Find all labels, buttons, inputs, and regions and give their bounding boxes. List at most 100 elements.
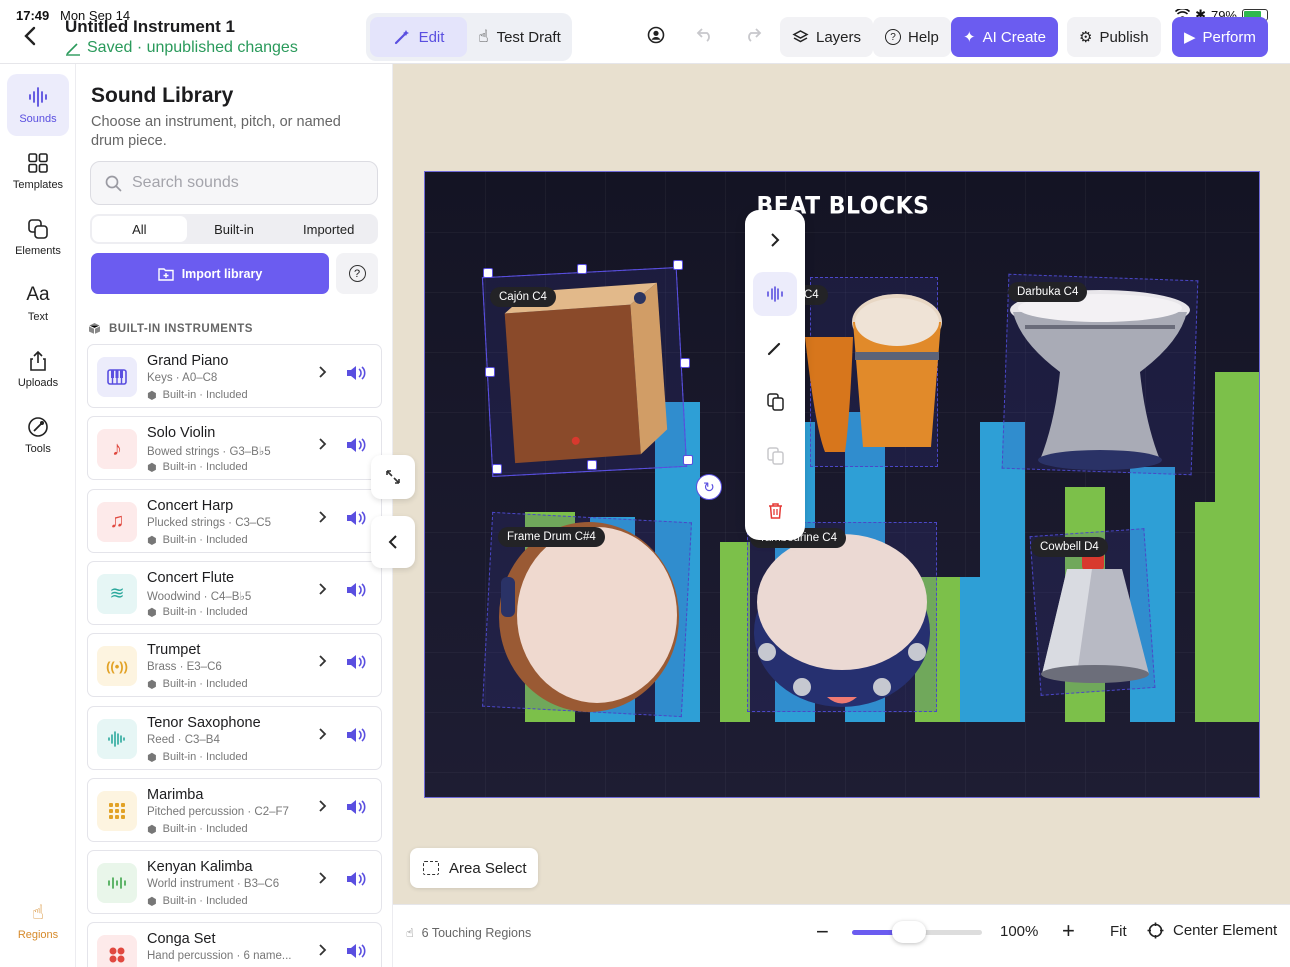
preview-sound-button[interactable] [346, 437, 366, 456]
rail-item-templates[interactable]: Templates [7, 140, 69, 202]
layers-button[interactable]: Layers [780, 17, 874, 57]
filter-built-in[interactable]: Built-in [187, 216, 282, 242]
instrument-card[interactable]: Grand Piano Keys · A0–C8 ⬢ Built-in · Inclu… [87, 344, 382, 408]
instrument-card[interactable]: Conga SetHand percussion · 6 name...⬢Bui… [87, 922, 382, 967]
tambourine-shape[interactable] [747, 522, 937, 712]
resize-handle[interactable] [492, 464, 502, 474]
expand-panel-button[interactable] [371, 455, 415, 499]
back-button[interactable] [20, 24, 48, 52]
bongo-shape[interactable] [805, 277, 945, 467]
redo-icon [748, 28, 762, 42]
cowbell-shape[interactable] [1037, 544, 1152, 694]
rail-item-regions[interactable]: ☝ Regions [7, 890, 69, 952]
help-button[interactable]: ? Help [873, 17, 951, 57]
ctx-paste-button[interactable] [753, 434, 797, 478]
resize-handle[interactable] [683, 455, 693, 465]
fit-button[interactable]: Fit [1110, 923, 1127, 940]
darbuka-shape[interactable] [1005, 282, 1195, 472]
artboard-title[interactable]: BEAT BLOCKS [425, 193, 1259, 221]
chevron-right-icon[interactable] [318, 365, 328, 384]
filter-all[interactable]: All [92, 216, 187, 242]
publish-button[interactable]: ⚙ Publish [1067, 17, 1161, 57]
speaker-icon [347, 944, 366, 959]
chevron-right-icon[interactable] [318, 943, 328, 962]
speaker-icon [347, 799, 366, 814]
instrument-label[interactable]: Cowbell D4 [1031, 537, 1108, 557]
chevron-right-icon[interactable] [318, 727, 328, 746]
instrument-label[interactable]: Darbuka C4 [1008, 282, 1088, 302]
chevron-right-icon[interactable] [318, 582, 328, 601]
area-select-button[interactable]: Area Select [410, 848, 538, 888]
ctx-duplicate-button[interactable] [753, 380, 797, 424]
rail-item-tools[interactable]: Tools [7, 404, 69, 466]
preview-sound-button[interactable] [346, 727, 366, 746]
rail-item-elements[interactable]: Elements [7, 206, 69, 268]
rail-item-uploads[interactable]: Uploads [7, 338, 69, 400]
touching-regions: ☝ 6 Touching Regions [406, 925, 532, 941]
resize-handle[interactable] [485, 367, 495, 377]
import-library-button[interactable]: Import library [91, 253, 329, 294]
rail-item-sounds[interactable]: Sounds [7, 74, 69, 136]
mode-test-draft[interactable]: ☝ Test Draft [471, 17, 568, 57]
zoom-slider[interactable] [852, 921, 982, 943]
instrument-card[interactable]: ♪ Solo Violin Bowed strings · G3–B♭5 ⬢ Built… [87, 416, 382, 481]
mode-edit[interactable]: Edit [370, 17, 467, 57]
resize-handle[interactable] [673, 260, 683, 270]
library-help-button[interactable]: ? [336, 253, 378, 294]
resize-handle[interactable] [483, 268, 493, 278]
edit-line-icon [66, 43, 80, 56]
ctx-delete-button[interactable] [753, 488, 797, 532]
artboard[interactable]: BEAT BLOCKS Cajón C4 C4 Darbuka C4 Frame Dr… [424, 171, 1260, 798]
perform-button[interactable]: ▶ Perform [1172, 17, 1268, 57]
resize-handle[interactable] [577, 264, 587, 274]
wand-icon [394, 30, 409, 45]
ctx-sound-button[interactable] [753, 272, 797, 316]
instrument-card[interactable]: ≋ Concert Flute Woodwind · C4–B♭5 ⬢ Built-in… [87, 560, 382, 625]
instrument-card[interactable]: ♫ Concert Harp Plucked strings · C3–C5 ⬢ Bui… [87, 488, 382, 553]
instrument-detail: Bowed strings · G3–B♭5 [147, 446, 271, 459]
preview-sound-button[interactable] [346, 654, 366, 673]
undo-button[interactable] [693, 26, 717, 47]
dashed-square-icon [423, 861, 439, 875]
instrument-card[interactable]: Kenyan Kalimba World instrument · B3–C6 ⬢ B… [87, 850, 382, 915]
instrument-card[interactable]: ((•)) Trumpet Brass · E3–C6 ⬢ Built-in · Inc… [87, 633, 382, 698]
mode-switcher: Edit ☝ Test Draft [366, 13, 572, 61]
instrument-card[interactable]: Marimba Pitched percussion · C2–F7 ⬢ Built-… [87, 777, 382, 842]
chevron-right-icon[interactable] [318, 871, 328, 890]
preview-sound-button[interactable] [346, 799, 366, 818]
ctx-edit-button[interactable] [753, 326, 797, 370]
chevron-right-icon[interactable] [318, 510, 328, 529]
resize-handle[interactable] [680, 358, 690, 368]
chevron-left-icon [388, 535, 397, 549]
zoom-slider-knob[interactable] [892, 921, 926, 943]
redo-button[interactable] [741, 26, 765, 47]
zoom-out-button[interactable]: − [816, 919, 829, 945]
account-button[interactable] [644, 26, 668, 49]
ai-create-button[interactable]: ✦ AI Create [951, 17, 1058, 57]
rotate-handle[interactable]: ↻ [696, 474, 722, 500]
chevron-right-icon[interactable] [318, 799, 328, 818]
rail-item-text[interactable]: Aa Text [7, 272, 69, 334]
instrument-label[interactable]: Frame Drum C#4 [498, 527, 605, 547]
expand-arrows-icon [386, 470, 400, 484]
chevron-right-icon[interactable] [318, 654, 328, 673]
instrument-card[interactable]: Tenor Saxophone Reed · C3–B4 ⬢ Built-in · I… [87, 705, 382, 770]
preview-sound-button[interactable] [346, 943, 366, 962]
layers-icon [792, 29, 809, 42]
center-element-button[interactable]: Center Element [1147, 922, 1277, 939]
ctx-collapse-button[interactable] [753, 218, 797, 262]
zoom-in-button[interactable]: + [1062, 918, 1075, 944]
instrument-name: Solo Violin [147, 425, 216, 442]
preview-sound-button[interactable] [346, 871, 366, 890]
search-input[interactable] [132, 174, 352, 192]
preview-sound-button[interactable] [346, 365, 366, 384]
preview-sound-button[interactable] [346, 582, 366, 601]
preview-sound-button[interactable] [346, 510, 366, 529]
resize-handle[interactable] [587, 460, 597, 470]
document-title[interactable]: Untitled Instrument 1 [65, 17, 235, 37]
chevron-right-icon[interactable] [318, 437, 328, 456]
instrument-icon-tile: ((•)) [97, 646, 137, 687]
collapse-panel-button[interactable] [371, 516, 415, 568]
filter-imported[interactable]: Imported [281, 216, 376, 242]
selection-box[interactable] [481, 267, 688, 477]
